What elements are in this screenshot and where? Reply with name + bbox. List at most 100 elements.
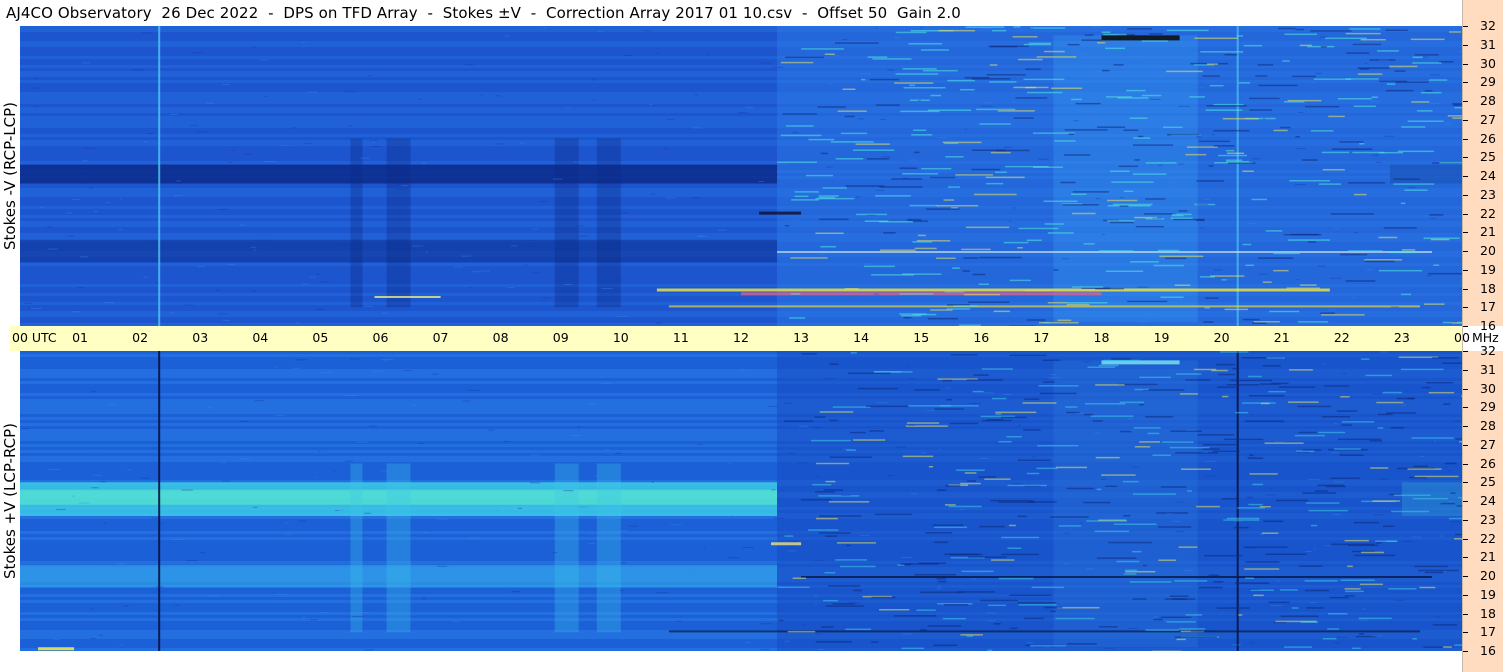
speckle	[1054, 140, 1076, 142]
speckle	[1231, 644, 1242, 646]
speckle	[519, 142, 525, 144]
speckle	[1319, 36, 1327, 38]
speckle	[206, 102, 214, 104]
speckle	[1013, 117, 1034, 119]
speckle	[1060, 181, 1076, 184]
speckle	[1026, 642, 1034, 644]
speckle	[1030, 28, 1034, 30]
speckle	[619, 589, 625, 591]
speckle	[1102, 193, 1111, 195]
time-tick-label: 09	[552, 330, 569, 345]
speckle	[1132, 493, 1176, 495]
speckle	[1129, 117, 1148, 119]
speckle	[239, 224, 246, 226]
speckle	[504, 35, 511, 37]
speckle	[1012, 483, 1023, 485]
speckle	[785, 125, 814, 127]
speckle	[670, 524, 682, 526]
speckle	[1166, 621, 1196, 623]
speckle	[1331, 543, 1375, 546]
speckle	[1205, 460, 1215, 462]
speckle	[914, 247, 937, 250]
speckle	[1219, 351, 1249, 353]
speckle	[238, 458, 250, 460]
speckle	[1322, 638, 1337, 640]
speckle	[1311, 81, 1315, 83]
frequency-tick-label: 31	[1480, 36, 1496, 52]
speckle	[1134, 446, 1151, 448]
speckle	[1175, 373, 1202, 375]
speckle	[575, 278, 579, 280]
speckle	[1145, 198, 1166, 200]
speckle	[818, 495, 860, 497]
speckle	[872, 58, 912, 60]
speckle	[745, 106, 754, 108]
speckle	[380, 470, 390, 472]
speckle	[850, 431, 866, 434]
speckle	[1448, 501, 1452, 503]
speckle	[914, 573, 957, 576]
speckle	[1172, 520, 1181, 522]
speckle	[899, 563, 939, 565]
frequency-tick-label: 23	[1480, 186, 1496, 202]
speckle	[973, 374, 989, 376]
speckle	[1262, 281, 1272, 283]
speckle	[1333, 481, 1344, 483]
speckle	[301, 617, 306, 619]
speckle	[1043, 381, 1055, 383]
speckle	[598, 31, 603, 33]
speckle	[1258, 273, 1268, 275]
speckle	[339, 244, 351, 246]
speckle	[938, 585, 942, 587]
speckle	[1244, 568, 1280, 570]
speckle	[252, 46, 256, 48]
time-tick-label: 11	[672, 330, 689, 345]
speckle	[1079, 522, 1084, 524]
speckle	[364, 512, 371, 514]
speckle	[1025, 86, 1036, 89]
speckle	[808, 138, 835, 141]
frequency-tick-label: 29	[1480, 399, 1496, 415]
speckle	[1334, 228, 1339, 230]
speckle	[865, 405, 909, 408]
speckle	[1378, 59, 1389, 61]
speckle	[1396, 397, 1416, 400]
speckle	[106, 201, 111, 203]
speckle	[1204, 307, 1210, 309]
speckle	[649, 104, 653, 106]
speckle	[1225, 149, 1235, 152]
speckle	[1096, 557, 1137, 559]
speckle	[1345, 590, 1364, 593]
speckle	[1420, 91, 1442, 94]
speckle	[1261, 532, 1279, 534]
speckle	[78, 502, 90, 504]
speckle	[1373, 514, 1383, 516]
speckle	[1206, 105, 1247, 107]
speckle	[950, 354, 978, 356]
speckle	[1141, 40, 1168, 42]
speckle	[1058, 49, 1062, 51]
speckle	[1153, 618, 1163, 621]
speckle	[1327, 612, 1348, 615]
speckle	[1274, 441, 1284, 443]
speckle	[829, 363, 839, 365]
speckle	[981, 105, 993, 107]
time-tick-label: 14	[853, 330, 870, 345]
speckle	[1443, 570, 1447, 572]
speckle	[1344, 539, 1369, 542]
speckle	[1336, 636, 1347, 638]
speckle	[618, 212, 629, 214]
speckle	[496, 509, 499, 511]
speckle	[988, 604, 1006, 607]
speckle	[1258, 84, 1298, 87]
speckle	[886, 69, 895, 71]
speckle	[1158, 526, 1192, 528]
speckle	[1158, 164, 1163, 166]
speckle	[1163, 620, 1169, 622]
speckle	[1185, 153, 1207, 156]
speckle	[1263, 520, 1284, 523]
speckle	[39, 206, 44, 208]
speckle	[934, 408, 964, 410]
speckle	[334, 471, 337, 473]
speckle	[829, 456, 872, 458]
